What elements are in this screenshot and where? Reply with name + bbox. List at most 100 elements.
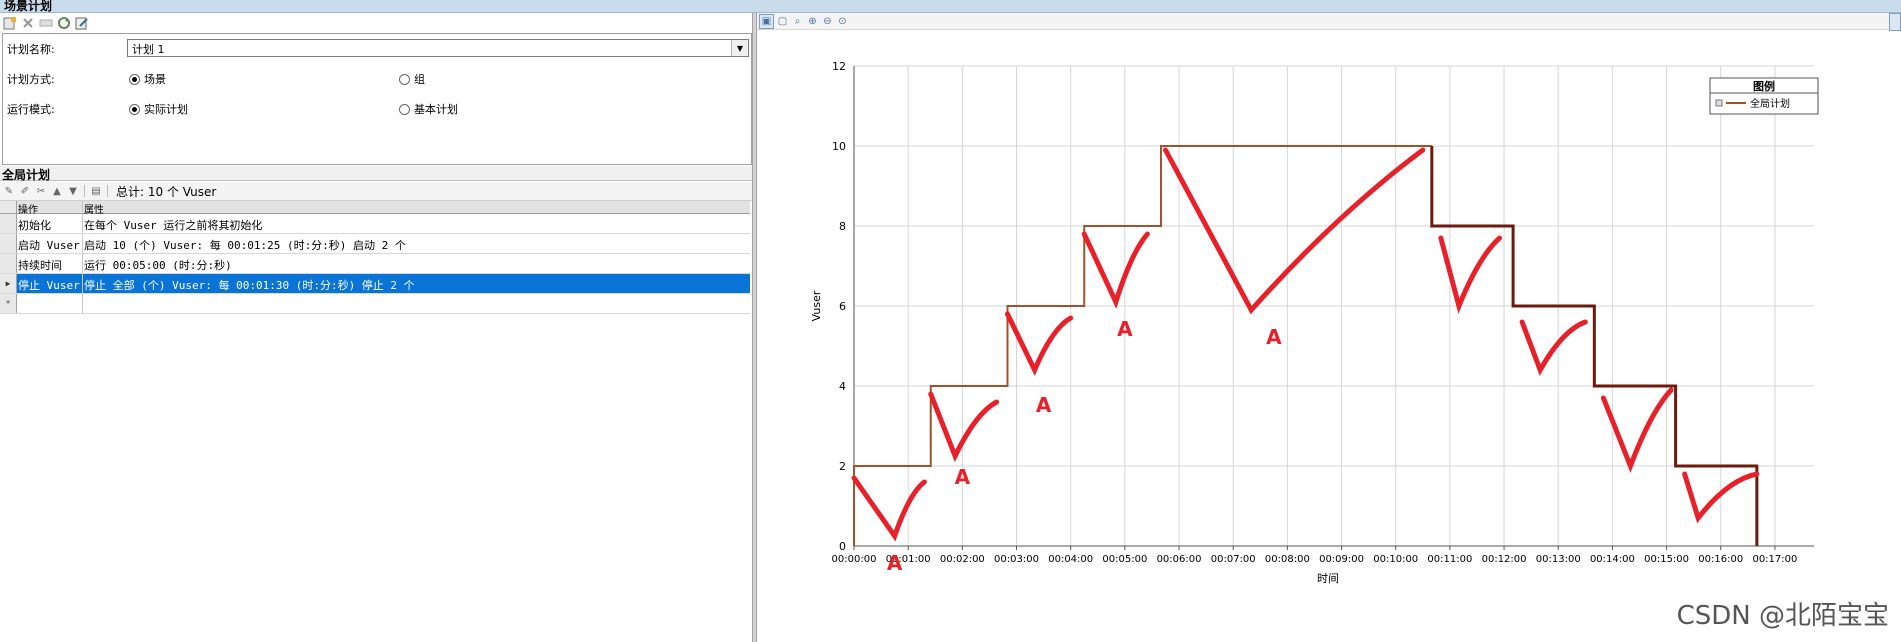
- mode-radio-group[interactable]: 组: [399, 71, 425, 87]
- x-tick-label: 00:09:00: [1319, 554, 1364, 565]
- table-row-selected[interactable]: ▶ 停止 Vuser 停止 全部 (个) Vuser: 每 00:01:30 (…: [0, 274, 750, 294]
- column-divider: [82, 294, 83, 313]
- row-header: [0, 234, 17, 253]
- legend-entry: 全局计划: [1750, 97, 1790, 110]
- red-scribble-mark: [851, 475, 927, 542]
- run-radio-real-label: 实际计划: [144, 103, 188, 116]
- plan-toolbar: [2, 15, 90, 31]
- chevron-down-icon[interactable]: ▼: [731, 40, 748, 56]
- move-up-icon[interactable]: ▲: [50, 184, 64, 198]
- run-radio-basic-label: 基本计划: [414, 103, 458, 116]
- x-tick-label: 00:10:00: [1373, 554, 1418, 565]
- copy-icon[interactable]: ▤: [89, 184, 103, 198]
- delete-icon[interactable]: [20, 15, 36, 31]
- move-down-icon[interactable]: ▼: [66, 184, 80, 198]
- window-title: 场景计划: [4, 0, 53, 13]
- column-divider: [82, 274, 83, 293]
- row-header-corner: [0, 201, 17, 213]
- chart-annotations: A A A A A: [851, 147, 1760, 575]
- x-tick-label: 00:08:00: [1265, 554, 1310, 565]
- run-radio-real[interactable]: 实际计划: [129, 101, 188, 117]
- series-ramp-up-line: [853, 145, 1432, 546]
- mode-radio-scenario-label: 场景: [144, 73, 166, 86]
- row-pointer-icon: ▶: [0, 274, 17, 293]
- x-tick-label: 00:12:00: [1482, 554, 1527, 565]
- chart-pane: ▣ ▢ ⌕ ⊕ ⊖ ⊙ 0 2 4 6 8 10 12 00:00:00 00:01:00 00…: [757, 13, 1901, 642]
- run-radio-basic[interactable]: 基本计划: [399, 101, 458, 117]
- x-axis-label: 时间: [1317, 572, 1339, 585]
- y-tick-label: 12: [832, 60, 846, 73]
- annotation-label: A: [887, 551, 903, 575]
- watermark: CSDN @北陌宝宝: [1676, 601, 1889, 631]
- new-row[interactable]: *: [0, 294, 750, 314]
- rename-icon[interactable]: [38, 15, 54, 31]
- annotation-label: A: [1117, 317, 1133, 341]
- x-tick-label: 00:00:00: [832, 554, 877, 565]
- table-row[interactable]: 初始化 在每个 Vuser 运行之前将其初始化: [0, 214, 750, 234]
- global-plan-grid: 操作 属性 初始化 在每个 Vuser 运行之前将其初始化 启动 Vuser 启…: [0, 201, 750, 314]
- radio-dot-icon: [399, 73, 410, 85]
- toolbar-divider: [84, 185, 85, 197]
- annotation-label: A: [1036, 393, 1052, 417]
- x-tick-label: 00:07:00: [1211, 554, 1256, 565]
- new-row-icon: *: [0, 294, 17, 313]
- run-mode-row: 运行模式: 实际计划 基本计划: [3, 98, 751, 118]
- global-plan-toolbar: ✎ ✐ ✂ ▲ ▼ ▤ 总计: 10 个 Vuser: [0, 182, 752, 201]
- row-action: 启动 Vuser: [18, 239, 80, 252]
- y-tick-label: 10: [832, 140, 846, 153]
- table-row[interactable]: 启动 Vuser 启动 10 (个) Vuser: 每 00:01:25 (时:…: [0, 234, 750, 254]
- column-divider: [82, 201, 83, 213]
- chart-series: [853, 145, 1759, 546]
- edit-action-icon[interactable]: ✎: [2, 184, 16, 198]
- legend-checkbox-icon[interactable]: [1715, 99, 1723, 107]
- column-divider: [82, 254, 83, 273]
- left-pane: 计划名称: 计划 1 ▼ 计划方式: 场景 组 运行模式: 实际计划 基本计划 …: [0, 13, 752, 642]
- x-tick-label: 00:06:00: [1157, 554, 1202, 565]
- grid-header: 操作 属性: [0, 201, 750, 216]
- row-property: 停止 全部 (个) Vuser: 每 00:01:30 (时:分:秒) 停止 2…: [84, 279, 415, 292]
- legend-title: 图例: [1753, 79, 1775, 93]
- series-ramp-down-line: [1430, 146, 1759, 546]
- x-tick-labels: 00:00:00 00:01:00 00:02:00 00:03:00 00:04:00…: [832, 554, 1798, 565]
- delete-action-icon[interactable]: ✂: [34, 184, 48, 198]
- plan-name-value: 计划 1: [132, 43, 165, 56]
- plan-settings-panel: 计划名称: 计划 1 ▼ 计划方式: 场景 组 运行模式: 实际计划 基本计划: [2, 33, 752, 165]
- row-property: 在每个 Vuser 运行之前将其初始化: [84, 219, 263, 232]
- vuser-schedule-chart: 024681012 00:00:00 00:01:00 00:02:00 00:03:…: [810, 60, 1819, 585]
- x-tick-label: 00:05:00: [1102, 554, 1147, 565]
- red-scribble-mark: [1600, 387, 1674, 473]
- annotation-label: A: [955, 465, 971, 489]
- new-plan-icon[interactable]: [2, 15, 18, 31]
- mode-radio-scenario[interactable]: 场景: [129, 71, 166, 87]
- plan-name-combo[interactable]: 计划 1 ▼: [127, 39, 749, 57]
- annotation-label: A: [1266, 325, 1282, 349]
- refresh-icon[interactable]: [56, 15, 72, 31]
- radio-dot-icon: [399, 103, 410, 115]
- y-tick-label: 0: [839, 540, 846, 553]
- chart-legend: 图例 全局计划: [1709, 77, 1819, 115]
- row-property: 启动 10 (个) Vuser: 每 00:01:25 (时:分:秒) 启动 2…: [84, 239, 406, 252]
- edit-icon[interactable]: [74, 15, 90, 31]
- chart-gridlines: [853, 65, 1814, 547]
- row-action: 停止 Vuser: [18, 279, 80, 292]
- mode-radio-group-label: 组: [414, 73, 425, 86]
- column-divider: [82, 234, 83, 253]
- row-header: [0, 214, 17, 233]
- row-action: 初始化: [18, 219, 51, 232]
- x-tick-label: 00:02:00: [940, 554, 985, 565]
- plan-mode-row: 计划方式: 场景 组: [3, 68, 751, 88]
- x-tick-label: 00:11:00: [1427, 554, 1472, 565]
- table-row[interactable]: 持续时间 运行 00:05:00 (时:分:秒): [0, 254, 750, 274]
- window-title-bar: 场景计划: [0, 0, 1901, 13]
- x-tick-label: 00:13:00: [1536, 554, 1581, 565]
- radio-dot-icon: [129, 103, 140, 115]
- radio-dot-icon: [129, 73, 140, 85]
- red-scribble-mark: [1519, 319, 1588, 376]
- plan-name-label: 计划名称:: [7, 43, 55, 56]
- red-scribble-mark: [1162, 147, 1426, 315]
- row-action: 持续时间: [18, 259, 62, 272]
- toolbar-divider: [107, 185, 108, 197]
- column-divider: [82, 214, 83, 233]
- red-scribble-mark: [928, 391, 1000, 463]
- add-action-icon[interactable]: ✐: [18, 184, 32, 198]
